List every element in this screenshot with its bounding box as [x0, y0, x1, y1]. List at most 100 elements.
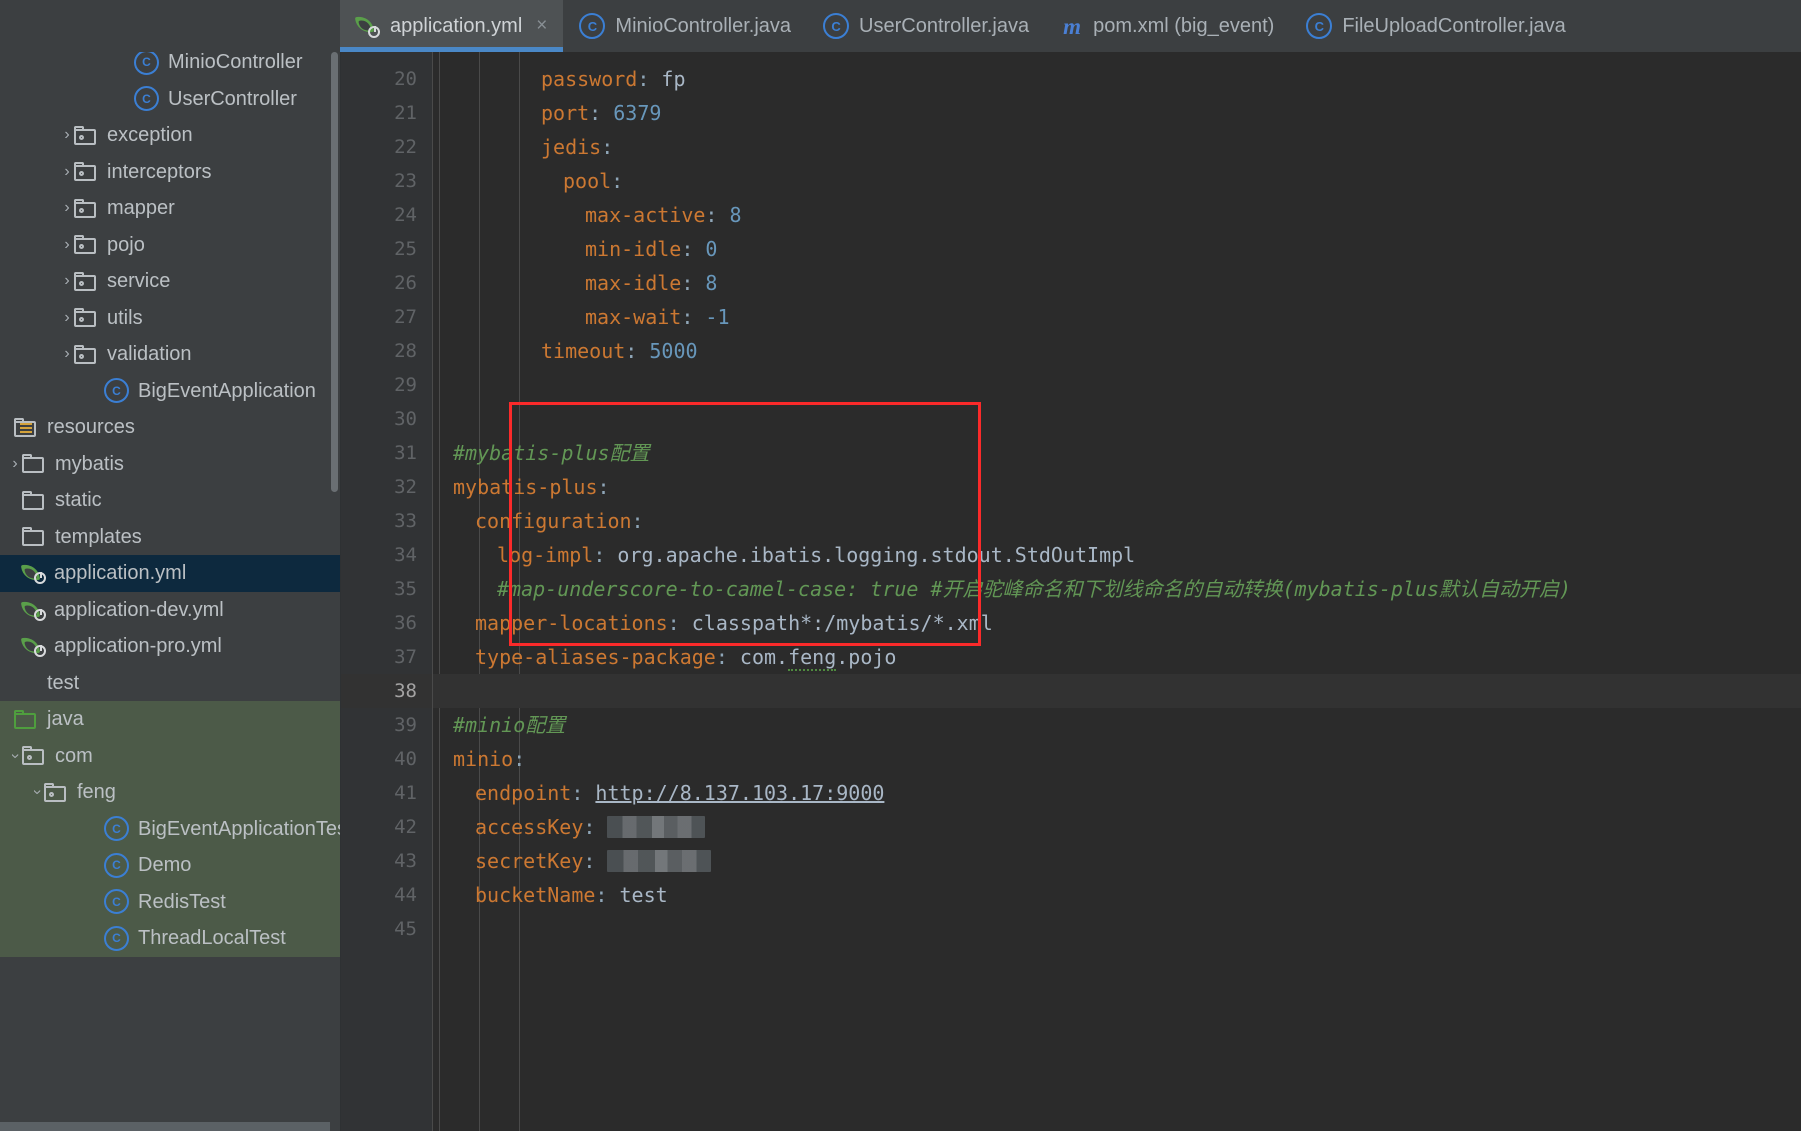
java-class-icon: C	[134, 86, 159, 112]
yaml-value: fp	[661, 67, 686, 91]
tree-item-java[interactable]: ›java	[0, 701, 340, 738]
project-tree-panel[interactable]: › C MinioController › C UserController › except…	[0, 52, 341, 1131]
code-line[interactable]: password: fp	[433, 62, 1801, 96]
tree-item-usercontroller[interactable]: ›CUserController	[0, 81, 340, 118]
yaml-colon: :	[611, 169, 624, 193]
chevron-right-icon[interactable]: ›	[8, 455, 22, 471]
line-number: 22	[394, 136, 417, 158]
tree-item-label: BigEventApplicationTest	[138, 817, 341, 840]
code-line[interactable]: timeout: 5000	[433, 334, 1801, 368]
code-line[interactable]: max-active: 8	[433, 198, 1801, 232]
code-line[interactable]: max-wait: -1	[433, 300, 1801, 334]
tree-item-application-pro-yml[interactable]: ›application-pro.yml	[0, 628, 340, 665]
code-line[interactable]: pool:	[433, 164, 1801, 198]
tree-item-label: MinioController	[168, 52, 303, 74]
yaml-key: minio	[453, 747, 514, 771]
tree-item-utils[interactable]: › utils	[0, 300, 340, 337]
code-line[interactable]: min-idle: 0	[433, 232, 1801, 266]
tree-item-miniocontroller[interactable]: ›CMinioController	[0, 52, 340, 81]
code-line[interactable]	[433, 912, 1801, 946]
code-line[interactable]: type-aliases-package: com.feng.pojo	[433, 640, 1801, 674]
tree-item-templates[interactable]: ›templates	[0, 519, 340, 556]
tree-item-label: java	[47, 708, 84, 731]
code-line[interactable]	[433, 674, 1801, 708]
code-line[interactable]: #mybatis-plus配置	[433, 436, 1801, 470]
line-number: 30	[394, 408, 417, 430]
tab-label: MinioController.java	[615, 14, 792, 37]
chevron-right-icon[interactable]: ›	[60, 236, 74, 252]
yaml-value: test	[619, 883, 668, 907]
code-line[interactable]: configuration:	[433, 504, 1801, 538]
tree-item-service[interactable]: › service	[0, 263, 340, 300]
chevron-right-icon[interactable]: ›	[60, 346, 74, 362]
tree-item-resources[interactable]: ›resources	[0, 409, 340, 446]
code-line[interactable]: #minio配置	[433, 708, 1801, 742]
tree-item-mapper[interactable]: › mapper	[0, 190, 340, 227]
code-line[interactable]: bucketName: test	[433, 878, 1801, 912]
chevron-right-icon[interactable]: ›	[60, 127, 74, 143]
code-line[interactable]: mybatis-plus:	[433, 470, 1801, 504]
tree-item-threadlocaltest[interactable]: ›CThreadLocalTest	[0, 920, 340, 957]
chevron-right-icon[interactable]: ›	[60, 163, 74, 179]
chevron-down-icon[interactable]: ›	[7, 749, 24, 763]
code-line[interactable]: max-idle: 8	[433, 266, 1801, 300]
tree-item-redistest[interactable]: ›CRedisTest	[0, 883, 340, 920]
line-number: 42	[394, 816, 417, 838]
tab-application-yml[interactable]: application.yml ×	[340, 0, 564, 52]
tree-item-application-dev-yml[interactable]: ›application-dev.yml	[0, 592, 340, 629]
editor-tab-bar: application.yml × C MinioController.java…	[0, 0, 1801, 52]
code-line[interactable]: minio:	[433, 742, 1801, 776]
close-icon[interactable]: ×	[536, 15, 547, 37]
tree-item-com[interactable]: › com	[0, 737, 340, 774]
tree-item-interceptors[interactable]: › interceptors	[0, 154, 340, 191]
yaml-key: port	[541, 101, 590, 125]
tree-vertical-scrollbar[interactable]	[331, 52, 338, 492]
tabbar-left-spacer	[0, 0, 340, 52]
code-line[interactable]: port: 6379	[433, 96, 1801, 130]
yaml-key: configuration	[475, 509, 632, 533]
tree-item-demo[interactable]: ›CDemo	[0, 847, 340, 884]
tab-fileuploadcontroller-java[interactable]: C FileUploadController.java	[1290, 0, 1581, 52]
tree-item-label: resources	[47, 416, 135, 439]
tab-pom-xml[interactable]: m pom.xml (big_event)	[1045, 0, 1290, 52]
tab-miniocontroller-java[interactable]: C MinioController.java	[563, 0, 807, 52]
code-line[interactable]: accessKey:	[433, 810, 1801, 844]
tree-item-test[interactable]: ›test	[0, 665, 340, 702]
tab-label: pom.xml (big_event)	[1093, 14, 1275, 37]
line-number: 27	[394, 306, 417, 328]
tree-horizontal-scrollbar[interactable]	[0, 1122, 330, 1131]
package-folder-icon	[22, 746, 46, 766]
tree-item-bigeventapplicationtest[interactable]: ›CBigEventApplicationTest	[0, 810, 341, 847]
tree-item-label: mybatis	[55, 452, 124, 475]
yaml-value-link[interactable]: http://8.137.103.17:9000	[595, 781, 884, 805]
yaml-key: bucketName	[475, 883, 596, 907]
code-line[interactable]: mapper-locations: classpath*:/mybatis/*.…	[433, 606, 1801, 640]
tab-usercontroller-java[interactable]: C UserController.java	[807, 0, 1045, 52]
tree-item-pojo[interactable]: › pojo	[0, 227, 340, 264]
tree-item-feng[interactable]: › feng	[0, 774, 340, 811]
tree-item-validation[interactable]: › validation	[0, 336, 340, 373]
code-line[interactable]: #map-underscore-to-camel-case: true #开启驼…	[433, 572, 1801, 606]
yaml-colon: :	[631, 509, 644, 533]
code-content[interactable]: password: fp port: 6379 jedis: pool: max-act…	[433, 52, 1801, 1131]
code-line[interactable]	[433, 368, 1801, 402]
code-line[interactable]	[433, 402, 1801, 436]
tree-item-static[interactable]: ›static	[0, 482, 340, 519]
tree-item-exception[interactable]: › exception	[0, 117, 340, 154]
tree-item-label: pojo	[107, 233, 145, 256]
tree-item-bigeventapplication[interactable]: ›CBigEventApplication	[0, 373, 340, 410]
tree-item-application-yml[interactable]: ›application.yml	[0, 555, 340, 592]
code-line[interactable]: log-impl: org.apache.ibatis.logging.stdo…	[433, 538, 1801, 572]
package-folder-icon	[74, 162, 98, 182]
chevron-right-icon[interactable]: ›	[60, 273, 74, 289]
chevron-right-icon[interactable]: ›	[60, 309, 74, 325]
code-line[interactable]: jedis:	[433, 130, 1801, 164]
tree-item-label: interceptors	[107, 160, 212, 183]
java-class-icon: C	[134, 52, 159, 75]
code-editor[interactable]: 20 21 22 23 24 25 26 27 28 29 30 31 32 33 34 35 36 37 38 39…	[341, 52, 1801, 1131]
code-line[interactable]: endpoint: http://8.137.103.17:9000	[433, 776, 1801, 810]
code-line[interactable]: secretKey:	[433, 844, 1801, 878]
chevron-down-icon[interactable]: ›	[29, 785, 46, 799]
chevron-right-icon[interactable]: ›	[60, 200, 74, 216]
tree-item-mybatis[interactable]: › mybatis	[0, 446, 340, 483]
